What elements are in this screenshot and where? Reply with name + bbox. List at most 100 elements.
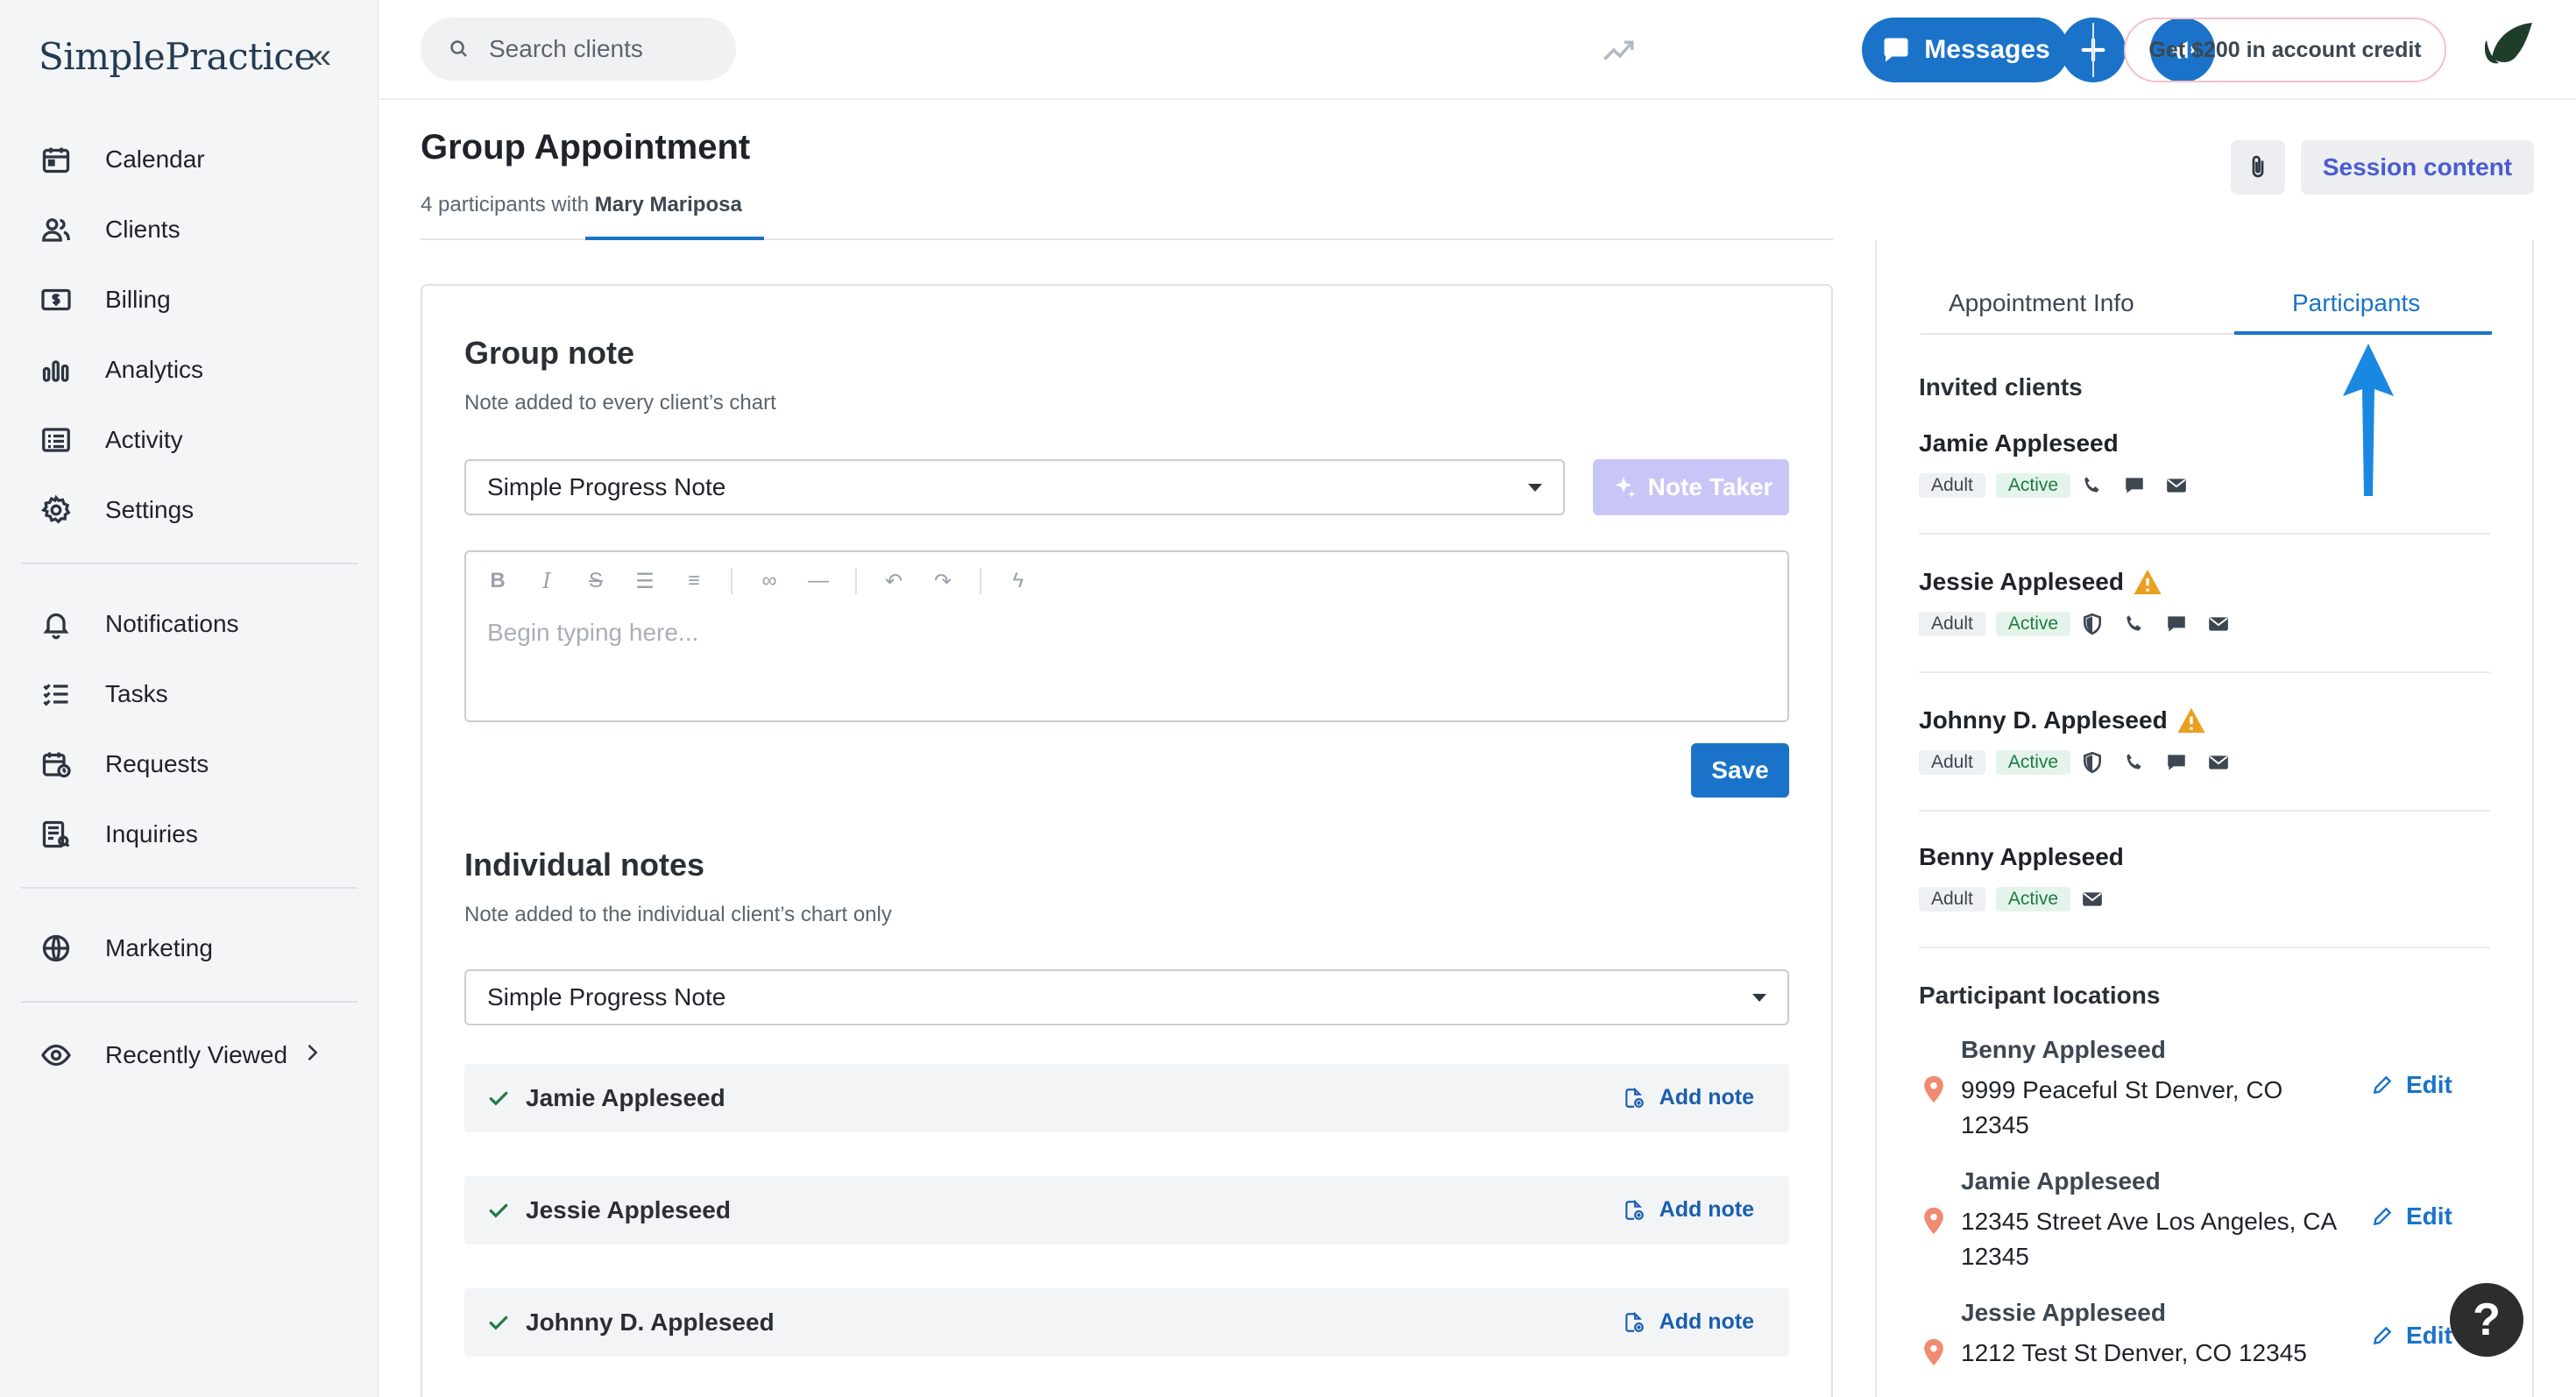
sidebar-item-activity[interactable]: Activity <box>39 405 363 475</box>
add-note-button[interactable]: Add note <box>1623 1309 1754 1335</box>
chat-icon[interactable] <box>2165 613 2188 635</box>
client-name: Jessie Appleseed <box>526 1196 731 1223</box>
map-pin-icon <box>1924 1338 1943 1366</box>
numbered-list-icon[interactable]: ≡ <box>682 569 706 593</box>
location-address: 12345 Street Ave Los Angeles, CA 12345 <box>1961 1208 2336 1270</box>
bold-icon[interactable]: B <box>485 569 510 593</box>
sidebar-item-label: Calendar <box>105 145 205 173</box>
invited-client-name[interactable]: Jamie Appleseed <box>1919 429 2119 457</box>
edit-location-button[interactable]: Edit <box>2371 1071 2452 1099</box>
invited-client-name[interactable]: Benny Appleseed <box>1919 843 2124 871</box>
sidebar-item-label: Clients <box>105 216 180 243</box>
invited-clients-heading: Invited clients <box>1919 373 2083 401</box>
client-tags: Adult Active <box>1919 473 2207 498</box>
trend-icon[interactable] <box>1600 32 1637 73</box>
location-client-name: Jamie Appleseed <box>1961 1167 2161 1195</box>
add-note-button[interactable]: Add note <box>1623 1197 1754 1223</box>
chat-icon[interactable] <box>2123 474 2146 497</box>
redo-icon[interactable]: ↷ <box>931 569 955 594</box>
invited-client-name[interactable]: Jessie Appleseed <box>1919 568 2162 596</box>
collapse-sidebar-icon[interactable]: « <box>312 39 331 74</box>
email-icon[interactable] <box>2207 751 2230 774</box>
edit-location-button[interactable]: Edit <box>2371 1322 2452 1350</box>
sidebar-item-calendar[interactable]: Calendar <box>39 124 363 195</box>
age-badge: Adult <box>1919 750 1985 775</box>
note-taker-button[interactable]: Note Taker <box>1593 459 1789 515</box>
caret-down-icon <box>1528 484 1542 492</box>
add-note-label: Add note <box>1659 1085 1754 1110</box>
toolbar-separator <box>855 568 857 594</box>
search-icon <box>450 40 467 57</box>
chat-icon <box>1884 38 1908 62</box>
tab-participants[interactable]: Participants <box>2292 289 2420 317</box>
status-badge: Active <box>1995 473 2071 498</box>
note-taker-label: Note Taker <box>1647 473 1773 500</box>
client-divider <box>1919 533 2490 535</box>
sidebar-item-billing[interactable]: Billing <box>39 265 363 335</box>
phone-icon[interactable] <box>2081 474 2104 497</box>
invited-client-name[interactable]: Johnny D. Appleseed <box>1919 706 2206 734</box>
edit-label: Edit <box>2406 1071 2452 1098</box>
edit-location-button[interactable]: Edit <box>2371 1202 2452 1230</box>
add-note-button[interactable]: Add note <box>1623 1085 1754 1110</box>
add-note-icon <box>1624 1311 1644 1332</box>
leaf-logo-icon[interactable] <box>2481 19 2537 76</box>
sidebar-item-tasks[interactable]: Tasks <box>39 659 363 729</box>
help-button[interactable]: ? <box>2450 1283 2523 1357</box>
phone-icon[interactable] <box>2123 751 2146 774</box>
client-name: Johnny D. Appleseed <box>526 1308 775 1336</box>
editor-toolbar: B I S ☰ ≡ ∞ — ↶ ↷ ϟ <box>485 568 1030 594</box>
individual-notes-title: Individual notes <box>464 847 705 883</box>
search-input[interactable]: Search clients <box>421 18 736 81</box>
sidebar: SimplePractice « Calendar Clients Billin… <box>0 0 379 1397</box>
sidebar-item-notifications[interactable]: Notifications <box>39 589 363 659</box>
undo-icon[interactable]: ↶ <box>881 569 906 594</box>
email-icon[interactable] <box>2207 613 2230 635</box>
globe-icon <box>39 931 74 966</box>
sidebar-item-label: Marketing <box>105 934 213 961</box>
email-icon[interactable] <box>2081 888 2104 911</box>
toolbar-divider <box>2092 23 2094 77</box>
sidebar-item-marketing[interactable]: Marketing <box>39 913 363 983</box>
account-credit-button[interactable]: Get $200 in account credit <box>2124 18 2446 82</box>
email-icon[interactable] <box>2165 474 2188 497</box>
save-button[interactable]: Save <box>1691 743 1789 798</box>
sidebar-divider <box>21 563 357 564</box>
link-icon[interactable]: ∞ <box>757 569 782 593</box>
client-divider <box>1919 947 2490 948</box>
session-content-button[interactable]: Session content <box>2301 140 2534 195</box>
lightning-icon[interactable]: ϟ <box>1006 569 1030 593</box>
add-note-icon <box>1624 1199 1644 1220</box>
brand-logo[interactable]: SimplePractice <box>39 35 315 78</box>
italic-icon[interactable]: I <box>534 569 559 593</box>
location-address: 9999 Peaceful St Denver, CO 12345 <box>1961 1076 2283 1138</box>
horizontal-rule-icon[interactable]: — <box>806 569 831 593</box>
tab-appointment-info[interactable]: Appointment Info <box>1949 289 2134 317</box>
analytics-icon <box>39 352 74 387</box>
sidebar-item-requests[interactable]: Requests <box>39 729 363 799</box>
sidebar-item-recently-viewed[interactable]: Recently Viewed <box>39 1020 363 1090</box>
active-tab-indicator <box>2234 331 2492 335</box>
bullet-list-icon[interactable]: ☰ <box>633 569 657 594</box>
messages-button[interactable]: Messages <box>1862 18 2069 82</box>
participants-count: 4 participants with <box>421 193 590 216</box>
location-address: 1212 Test St Denver, CO 12345 <box>1961 1339 2307 1366</box>
sidebar-item-settings[interactable]: Settings <box>39 475 363 545</box>
chat-icon[interactable] <box>2165 751 2188 774</box>
client-name-text: Benny Appleseed <box>1919 843 2124 870</box>
phone-icon[interactable] <box>2123 613 2146 635</box>
group-note-template-select[interactable]: Simple Progress Note <box>464 459 1565 515</box>
sidebar-item-inquiries[interactable]: Inquiries <box>39 799 363 869</box>
inquiries-icon <box>39 817 74 852</box>
shield-icon[interactable] <box>2081 613 2104 635</box>
individual-note-template-select[interactable]: Simple Progress Note <box>464 969 1789 1025</box>
sidebar-item-clients[interactable]: Clients <box>39 195 363 265</box>
chevron-right-icon <box>300 1040 324 1071</box>
primary-nav: Calendar Clients Billing Analytics Activ… <box>39 124 363 545</box>
attachment-button[interactable] <box>2231 140 2285 195</box>
sidebar-item-analytics[interactable]: Analytics <box>39 335 363 405</box>
eye-icon <box>39 1038 74 1073</box>
strikethrough-icon[interactable]: S <box>584 569 608 593</box>
shield-icon[interactable] <box>2081 751 2104 774</box>
group-note-editor[interactable]: B I S ☰ ≡ ∞ — ↶ ↷ ϟ Begin typing here... <box>464 550 1789 722</box>
